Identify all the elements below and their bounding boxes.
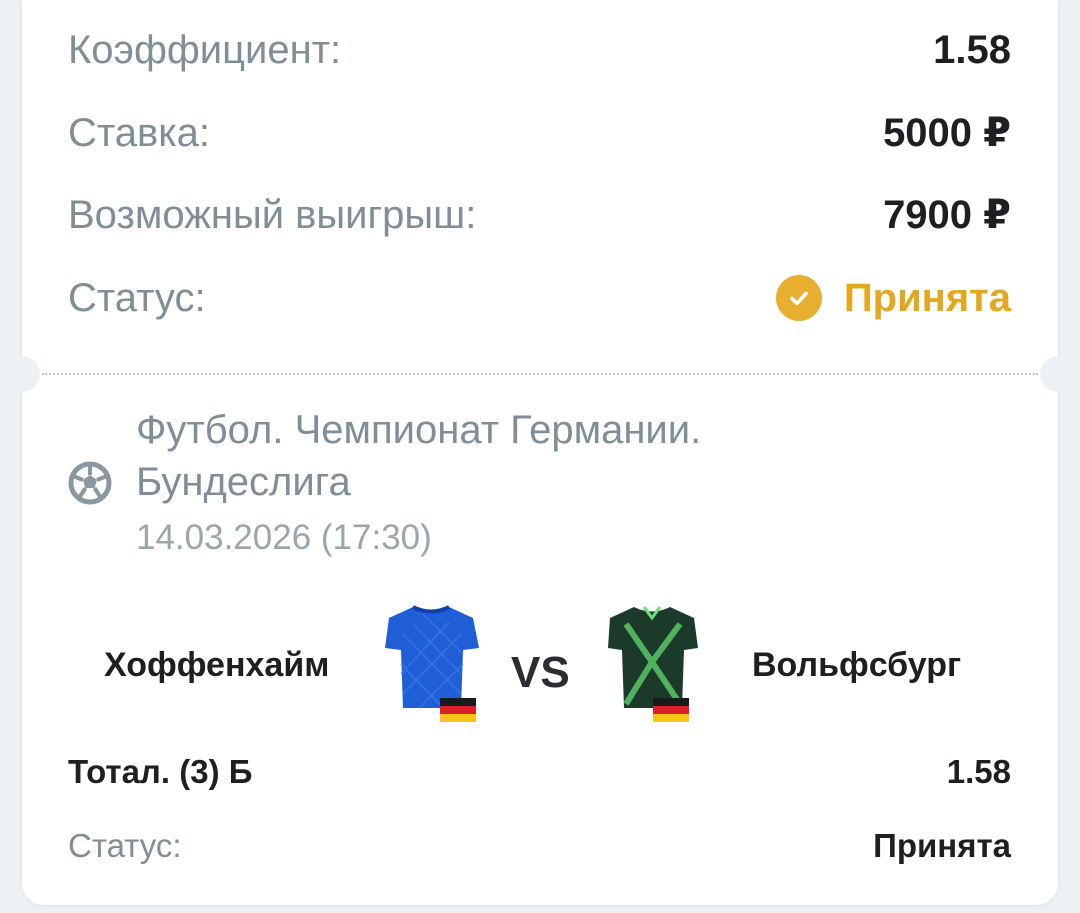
coefficient-value: 1.58 bbox=[933, 28, 1011, 72]
market-row: Тотал. (3) Б 1.58 bbox=[68, 753, 1011, 791]
germany-flag-icon bbox=[440, 698, 476, 722]
status-label: Статус: bbox=[68, 275, 206, 320]
possible-win-value: 7900 ₽ bbox=[883, 193, 1011, 237]
germany-flag-icon bbox=[653, 698, 689, 722]
possible-win-row: Возможный выигрыш: 7900 ₽ bbox=[68, 192, 1011, 238]
event-status-label: Статус: bbox=[68, 827, 182, 864]
market-odds: 1.58 bbox=[946, 753, 1011, 790]
event-status-value: Принята bbox=[873, 827, 1011, 864]
coefficient-label: Коэффициент: bbox=[68, 28, 342, 72]
stake-value: 5000 ₽ bbox=[883, 111, 1011, 155]
market-name: Тотал. (3) Б bbox=[68, 753, 253, 790]
event-status-row: Статус: Принята bbox=[68, 827, 1011, 865]
stake-row: Ставка: 5000 ₽ bbox=[68, 110, 1011, 156]
league-line-2: Бундеслига bbox=[136, 460, 351, 504]
away-team-name: Вольфсбург bbox=[752, 646, 962, 684]
soccer-ball-icon bbox=[68, 461, 112, 510]
status-value: Принята bbox=[843, 275, 1011, 320]
coefficient-row: Коэффициент: 1.58 bbox=[68, 28, 1011, 73]
stake-label: Ставка: bbox=[68, 110, 210, 155]
ticket-notch-left bbox=[4, 356, 40, 392]
possible-win-label: Возможный выигрыш: bbox=[68, 192, 477, 237]
ticket-notch-right bbox=[1040, 356, 1076, 392]
event-datetime: 14.03.2026 (17:30) bbox=[136, 518, 432, 557]
vs-label: VS bbox=[511, 648, 570, 697]
league-name: Футбол. Чемпионат Германии. Бундеслига bbox=[136, 404, 701, 508]
check-circle-icon bbox=[775, 275, 822, 321]
status-value-group: Принята bbox=[775, 275, 1011, 321]
league-line-1: Футбол. Чемпионат Германии. bbox=[136, 408, 702, 452]
ticket-divider bbox=[42, 373, 1038, 375]
status-row: Статус: Принята bbox=[68, 275, 1011, 321]
home-team-name: Хоффенхайм bbox=[104, 646, 330, 684]
